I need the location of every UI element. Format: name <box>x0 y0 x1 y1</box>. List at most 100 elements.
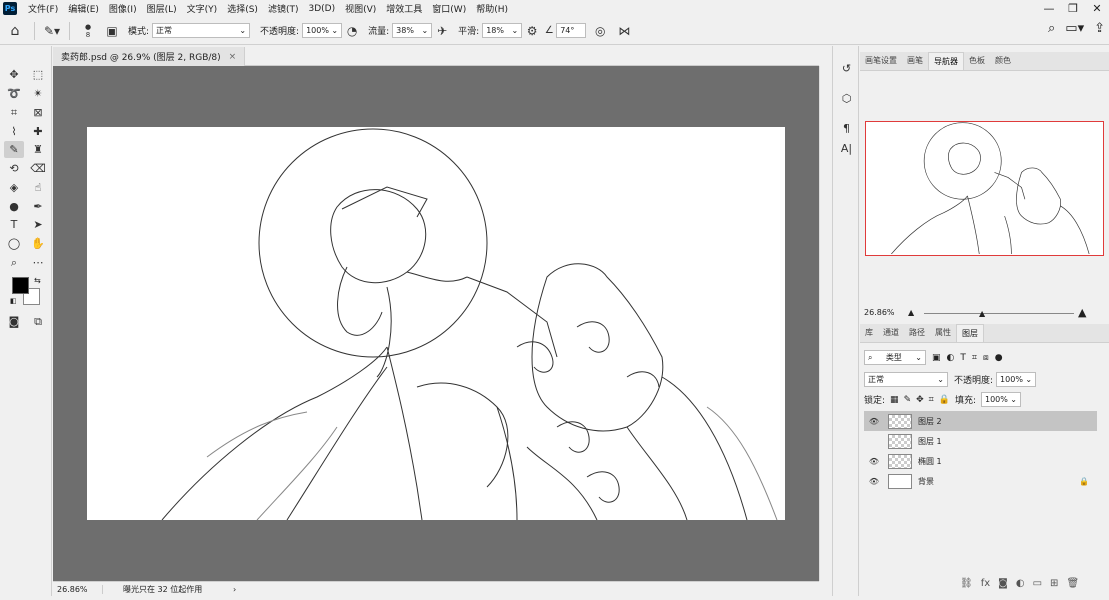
search-icon[interactable]: ⌕ <box>1048 21 1055 36</box>
paragraph-panel-icon[interactable]: ¶ <box>838 120 855 137</box>
menu-window[interactable]: 窗口(W) <box>427 2 471 15</box>
menu-file[interactable]: 文件(F) <box>23 2 63 15</box>
vertical-scrollbar[interactable] <box>819 66 831 581</box>
close-tab-icon[interactable]: × <box>229 52 237 62</box>
filter-type-icon[interactable]: T <box>960 353 966 363</box>
document-tab[interactable]: 卖药郎.psd @ 26.9% (图层 2, RGB/8) × <box>53 47 246 66</box>
menu-edit[interactable]: 编辑(E) <box>63 2 104 15</box>
angle-field[interactable]: 74° <box>556 23 587 38</box>
menu-3d[interactable]: 3D(D) <box>303 4 340 14</box>
fill-field[interactable]: 100% ⌄ <box>981 392 1021 407</box>
flow-field[interactable]: 38% ⌄ <box>392 23 433 38</box>
menu-select[interactable]: 选择(S) <box>222 2 263 15</box>
tab-paths[interactable]: 路径 <box>904 324 930 342</box>
navigator-zoom[interactable]: 26.86% <box>864 308 895 317</box>
tab-navigator[interactable]: 导航器 <box>928 52 964 70</box>
pen-tool-icon[interactable]: ✒ <box>28 198 48 215</box>
tab-swatches[interactable]: 色板 <box>964 52 990 70</box>
tab-libraries[interactable]: 库 <box>860 324 878 342</box>
eye-icon[interactable]: 👁 <box>864 457 884 466</box>
tab-channels[interactable]: 通道 <box>878 324 904 342</box>
eraser-tool-icon[interactable]: ⌫ <box>28 160 48 177</box>
share-icon[interactable]: ⇪ <box>1094 21 1105 36</box>
magic-wand-tool-icon[interactable]: ✴ <box>28 85 48 102</box>
menu-image[interactable]: 图像(I) <box>104 2 142 15</box>
blend-mode-select[interactable]: 正常 ⌄ <box>864 372 948 387</box>
add-mask-icon[interactable]: ◙ <box>998 578 1008 589</box>
navigator-thumbnail[interactable] <box>865 121 1104 256</box>
more-tools-icon[interactable]: ⋯ <box>28 254 48 271</box>
mode-select[interactable]: 正常 ⌄ <box>152 23 251 38</box>
zoom-in-icon[interactable]: ▲ <box>1078 306 1086 319</box>
move-tool-icon[interactable]: ✥ <box>4 66 24 83</box>
airbrush-icon[interactable]: ✈ <box>432 24 452 38</box>
visibility-toggle-off[interactable] <box>864 437 884 446</box>
tab-properties[interactable]: 属性 <box>930 324 956 342</box>
history-brush-tool-icon[interactable]: ⟲ <box>4 160 24 177</box>
brush-tool-icon[interactable]: ✎ <box>4 141 24 158</box>
restore-icon[interactable]: ❐ <box>1061 0 1085 17</box>
quick-mask-icon[interactable]: ◙ <box>4 313 24 330</box>
navigator-zoom-slider[interactable] <box>924 313 1074 314</box>
brush-panel-toggle-icon[interactable]: ▣ <box>102 24 122 38</box>
menu-filter[interactable]: 滤镜(T) <box>263 2 304 15</box>
filter-pixel-icon[interactable]: ▣ <box>932 353 941 363</box>
brush-preset-icon[interactable]: ✎▾ <box>39 24 65 38</box>
new-group-icon[interactable]: ▭ <box>1033 578 1042 589</box>
foreground-color-swatch-top[interactable] <box>12 277 29 294</box>
slider-handle-icon[interactable]: ▲ <box>979 309 985 318</box>
type-tool-icon[interactable]: T <box>4 216 24 233</box>
eye-icon[interactable]: 👁 <box>864 477 884 486</box>
smudge-tool-icon[interactable]: ☝ <box>28 179 48 196</box>
dodge-tool-icon[interactable]: ● <box>4 198 24 215</box>
delete-layer-icon[interactable]: 🗑 <box>1066 578 1079 589</box>
tab-layers[interactable]: 图层 <box>956 324 984 342</box>
ellipse-tool-icon[interactable]: ◯ <box>4 235 24 252</box>
filter-toggle-icon[interactable]: ● <box>995 353 1003 363</box>
lasso-tool-icon[interactable]: ➰ <box>4 85 24 102</box>
screen-mode-icon[interactable]: ⧉ <box>28 313 48 330</box>
home-icon[interactable]: ⌂ <box>0 23 30 39</box>
layer-filter-select[interactable]: ⌕ 类型 ⌄ <box>864 350 926 365</box>
lock-transparent-icon[interactable]: ▦ <box>890 395 899 405</box>
menu-layer[interactable]: 图层(L) <box>142 2 182 15</box>
status-menu-arrow[interactable]: › <box>233 585 236 594</box>
character-panel-icon[interactable]: A| <box>838 140 855 157</box>
canvas-area[interactable] <box>53 66 819 581</box>
adjustment-layer-icon[interactable]: ◐ <box>1016 578 1025 589</box>
pressure-opacity-icon[interactable]: ◔ <box>342 24 362 38</box>
eyedropper-tool-icon[interactable]: ⌇ <box>4 123 24 140</box>
lock-all-icon[interactable]: 🔒 <box>939 395 950 405</box>
lock-artboard-icon[interactable]: ⌗ <box>929 395 934 405</box>
tab-brush-settings[interactable]: 画笔设置 <box>860 52 902 70</box>
menu-plugins[interactable]: 增效工具 <box>381 2 427 15</box>
workspace-icon[interactable]: ▭▾ <box>1065 21 1084 36</box>
lock-image-icon[interactable]: ✎ <box>904 395 912 405</box>
tab-color[interactable]: 颜色 <box>990 52 1016 70</box>
opacity-field[interactable]: 100% ⌄ <box>302 23 343 38</box>
3d-panel-icon[interactable]: ⬡ <box>838 90 855 107</box>
marquee-tool-icon[interactable]: ⬚ <box>28 66 48 83</box>
healing-brush-tool-icon[interactable]: ✚ <box>28 123 48 140</box>
path-selection-tool-icon[interactable]: ➤ <box>28 216 48 233</box>
paint-bucket-tool-icon[interactable]: ◈ <box>4 179 24 196</box>
smooth-field[interactable]: 18% ⌄ <box>482 23 523 38</box>
default-colors-icon[interactable]: ◧ <box>10 297 17 305</box>
document-canvas[interactable] <box>87 127 785 521</box>
symmetry-icon[interactable]: ⋈ <box>614 24 634 38</box>
layer-row-ellipse1[interactable]: 👁 椭圆 1 <box>864 451 1097 471</box>
menu-view[interactable]: 视图(V) <box>340 2 381 15</box>
minimize-icon[interactable]: — <box>1037 0 1061 17</box>
layer-row-layer1[interactable]: 图层 1 <box>864 431 1097 451</box>
layer-style-icon[interactable]: fx <box>981 578 990 589</box>
menu-help[interactable]: 帮助(H) <box>471 2 513 15</box>
zoom-status[interactable]: 26.86% <box>53 584 103 594</box>
zoom-out-icon[interactable]: ▲ <box>908 308 914 317</box>
layer-opacity-field[interactable]: 100% ⌄ <box>996 372 1037 387</box>
close-window-icon[interactable]: ✕ <box>1085 0 1109 17</box>
new-layer-icon[interactable]: ⊞ <box>1050 578 1058 589</box>
layer-row-layer2[interactable]: 👁 图层 2 <box>864 411 1097 431</box>
frame-tool-icon[interactable]: ⊠ <box>28 104 48 121</box>
zoom-tool-icon[interactable]: ⌕ <box>4 254 24 271</box>
clone-stamp-tool-icon[interactable]: ♜ <box>28 141 48 158</box>
